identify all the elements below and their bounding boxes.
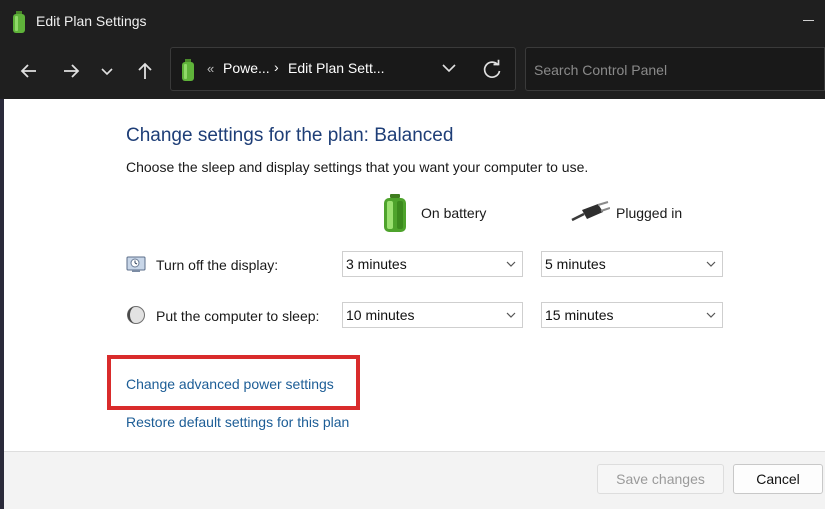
back-arrow-icon <box>20 64 36 78</box>
forward-button[interactable] <box>56 57 86 87</box>
power-plug-icon <box>571 201 610 222</box>
row-label-sleep: Put the computer to sleep: <box>156 308 320 324</box>
address-dropdown-icon[interactable] <box>441 62 457 74</box>
page-title: Change settings for the plan: Balanced <box>126 125 454 146</box>
save-changes-button[interactable]: Save changes <box>597 464 724 494</box>
search-box[interactable] <box>525 47 825 91</box>
refresh-icon[interactable] <box>481 59 503 81</box>
up-button[interactable] <box>130 57 160 87</box>
up-arrow-icon <box>138 62 152 79</box>
breadcrumb-separator: › <box>274 59 279 75</box>
back-button[interactable] <box>14 57 44 87</box>
forward-arrow-icon <box>64 64 80 78</box>
address-bar[interactable]: « Powe... › Edit Plan Sett... <box>170 47 516 91</box>
column-header-battery: On battery <box>421 205 487 221</box>
row-label-turn-off-display: Turn off the display: <box>156 257 279 273</box>
page-subtitle: Choose the sleep and display settings th… <box>126 159 589 175</box>
selected-value: 15 minutes <box>545 307 614 323</box>
title-bar: Edit Plan Settings <box>0 0 825 44</box>
chevron-down-icon <box>706 312 716 318</box>
sleep-plugged-in-select[interactable]: 15 minutes <box>541 302 723 328</box>
column-header-plugged-in: Plugged in <box>616 205 683 221</box>
moon-icon <box>127 306 145 324</box>
selected-value: 10 minutes <box>346 307 415 323</box>
breadcrumb-overflow[interactable]: « <box>207 61 214 76</box>
footer: Save changes Cancel <box>4 452 825 509</box>
chevron-down-icon <box>101 68 113 76</box>
battery-icon <box>13 11 25 33</box>
change-advanced-power-settings-link[interactable]: Change advanced power settings <box>126 376 334 392</box>
main-panel: Change settings for the plan: Balanced C… <box>4 99 825 509</box>
chevron-down-icon <box>506 312 516 318</box>
window-title: Edit Plan Settings <box>36 13 147 29</box>
display-plugged-in-select[interactable]: 5 minutes <box>541 251 723 277</box>
search-input[interactable] <box>534 60 814 80</box>
restore-default-settings-link[interactable]: Restore default settings for this plan <box>126 414 349 430</box>
display-icon <box>126 256 146 272</box>
recent-locations-button[interactable] <box>94 57 120 87</box>
battery-icon <box>384 194 406 232</box>
selected-value: 5 minutes <box>545 256 606 272</box>
battery-icon <box>182 59 194 81</box>
cancel-button[interactable]: Cancel <box>733 464 823 494</box>
breadcrumb-power-options[interactable]: Powe... <box>223 60 270 76</box>
minimize-button[interactable] <box>799 10 819 30</box>
breadcrumb-edit-plan-settings[interactable]: Edit Plan Sett... <box>288 60 385 76</box>
navigation-bar: « Powe... › Edit Plan Sett... <box>0 44 825 99</box>
selected-value: 3 minutes <box>346 256 407 272</box>
chevron-down-icon <box>506 261 516 267</box>
chevron-down-icon <box>706 261 716 267</box>
sleep-on-battery-select[interactable]: 10 minutes <box>342 302 523 328</box>
display-on-battery-select[interactable]: 3 minutes <box>342 251 523 277</box>
